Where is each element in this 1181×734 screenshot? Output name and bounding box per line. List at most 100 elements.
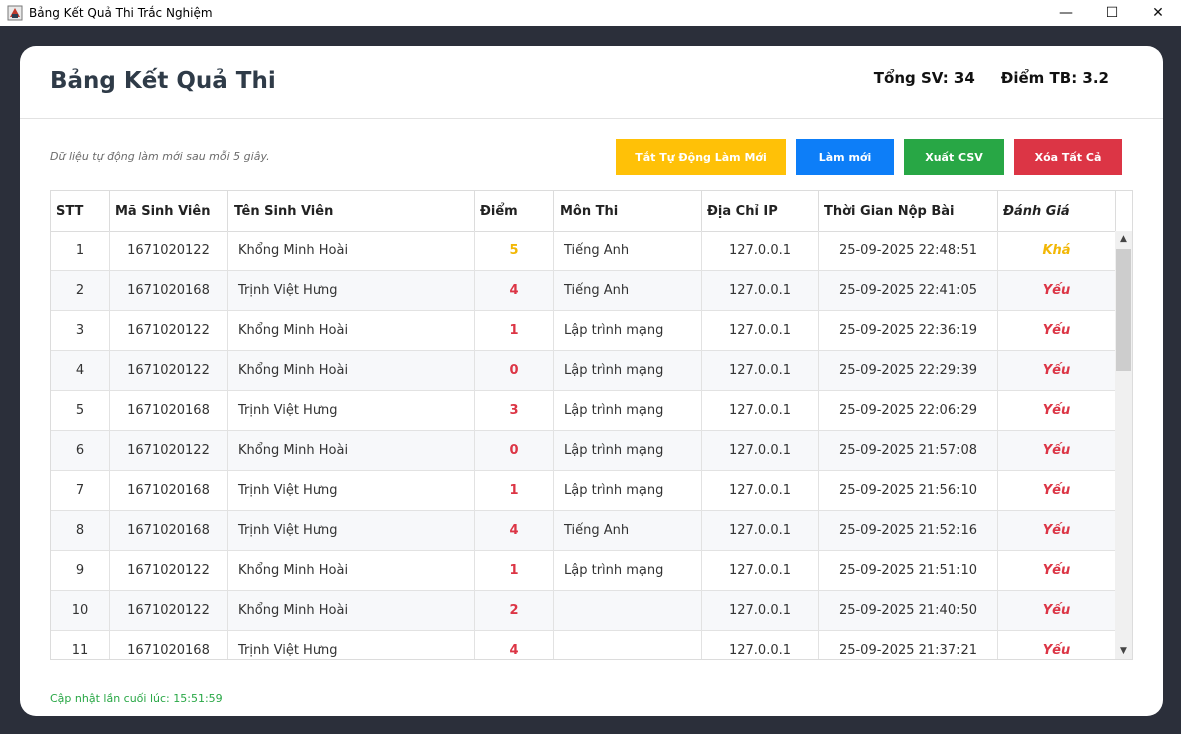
cell-student-name: Khổng Minh Hoài: [228, 311, 475, 350]
cell-subject: Lập trình mạng: [554, 551, 702, 590]
cell-grade: Yếu: [998, 551, 1116, 590]
cell-ip: 127.0.0.1: [702, 351, 819, 390]
cell-stt: 5: [51, 391, 110, 430]
cell-submitted-time: 25-09-2025 21:37:21: [819, 631, 998, 659]
clear-all-button[interactable]: Xóa Tất Cả: [1014, 139, 1122, 175]
cell-submitted-time: 25-09-2025 21:40:50: [819, 591, 998, 630]
cell-score: 1: [475, 551, 554, 590]
maximize-icon[interactable]: ☐: [1089, 0, 1135, 26]
auto-refresh-note: Dữ liệu tự động làm mới sau mỗi 5 giây.: [50, 150, 270, 163]
cell-score: 4: [475, 511, 554, 550]
cell-student-name: Khổng Minh Hoài: [228, 431, 475, 470]
window-titlebar: Bảng Kết Quả Thi Trắc Nghiệm — ☐ ✕: [0, 0, 1181, 26]
cell-student-name: Trịnh Việt Hưng: [228, 271, 475, 310]
cell-student-name: Khổng Minh Hoài: [228, 591, 475, 630]
table-row[interactable]: 2 1671020168 Trịnh Việt Hưng 4 Tiếng Anh 127.…: [51, 271, 1116, 311]
cell-score: 5: [475, 231, 554, 270]
cell-grade: Yếu: [998, 351, 1116, 390]
cell-ip: 127.0.0.1: [702, 591, 819, 630]
column-header-subject[interactable]: Môn Thi: [554, 191, 702, 231]
cell-score: 2: [475, 591, 554, 630]
cell-student-name: Trịnh Việt Hưng: [228, 391, 475, 430]
column-header-student-name[interactable]: Tên Sinh Viên: [228, 191, 475, 231]
cell-submitted-time: 25-09-2025 22:41:05: [819, 271, 998, 310]
export-csv-button[interactable]: Xuất CSV: [904, 139, 1004, 175]
cell-stt: 10: [51, 591, 110, 630]
column-header-score[interactable]: Điểm: [475, 191, 554, 231]
cell-stt: 3: [51, 311, 110, 350]
vertical-scrollbar[interactable]: ▲ ▼: [1115, 231, 1132, 659]
table-row[interactable]: 5 1671020168 Trịnh Việt Hưng 3 Lập trình mạn…: [51, 391, 1116, 431]
table-row[interactable]: 8 1671020168 Trịnh Việt Hưng 4 Tiếng Anh 127.…: [51, 511, 1116, 551]
column-header-student-id[interactable]: Mã Sinh Viên: [110, 191, 228, 231]
cell-subject: Tiếng Anh: [554, 511, 702, 550]
table-row[interactable]: 3 1671020122 Khổng Minh Hoài 1 Lập trình mạn…: [51, 311, 1116, 351]
cell-score: 0: [475, 431, 554, 470]
cell-grade: Yếu: [998, 311, 1116, 350]
cell-score: 0: [475, 351, 554, 390]
scroll-down-icon[interactable]: ▼: [1115, 643, 1132, 659]
cell-student-id: 1671020122: [110, 351, 228, 390]
cell-grade: Yếu: [998, 511, 1116, 550]
table-row[interactable]: 7 1671020168 Trịnh Việt Hưng 1 Lập trình mạn…: [51, 471, 1116, 511]
cell-subject: Tiếng Anh: [554, 231, 702, 270]
table-row[interactable]: 1 1671020122 Khổng Minh Hoài 5 Tiếng Anh 127.…: [51, 231, 1116, 271]
cell-student-name: Khổng Minh Hoài: [228, 551, 475, 590]
cell-submitted-time: 25-09-2025 22:06:29: [819, 391, 998, 430]
minimize-icon[interactable]: —: [1043, 0, 1089, 26]
scrollbar-thumb[interactable]: [1116, 249, 1131, 371]
cell-grade: Yếu: [998, 471, 1116, 510]
cell-score: 4: [475, 631, 554, 659]
cell-student-id: 1671020122: [110, 431, 228, 470]
cell-subject: Lập trình mạng: [554, 391, 702, 430]
total-students-stat: Tổng SV: 34: [873, 69, 975, 87]
scroll-up-icon[interactable]: ▲: [1115, 231, 1132, 247]
column-header-submitted-time[interactable]: Thời Gian Nộp Bài: [819, 191, 998, 231]
last-updated-status: Cập nhật lần cuối lúc: 15:51:59: [50, 692, 223, 705]
column-header-grade[interactable]: Đánh Giá: [998, 191, 1116, 231]
cell-stt: 7: [51, 471, 110, 510]
cell-submitted-time: 25-09-2025 21:52:16: [819, 511, 998, 550]
cell-grade: Yếu: [998, 591, 1116, 630]
close-icon[interactable]: ✕: [1135, 0, 1181, 26]
cell-stt: 6: [51, 431, 110, 470]
cell-score: 1: [475, 311, 554, 350]
cell-ip: 127.0.0.1: [702, 471, 819, 510]
cell-grade: Yếu: [998, 631, 1116, 659]
cell-score: 4: [475, 271, 554, 310]
cell-student-id: 1671020122: [110, 231, 228, 270]
cell-stt: 2: [51, 271, 110, 310]
cell-ip: 127.0.0.1: [702, 511, 819, 550]
cell-student-id: 1671020168: [110, 631, 228, 659]
card-header: Bảng Kết Quả Thi Tổng SV: 34 Điểm TB: 3.…: [20, 46, 1163, 119]
cell-student-name: Trịnh Việt Hưng: [228, 471, 475, 510]
cell-subject: [554, 591, 702, 630]
cell-student-id: 1671020168: [110, 511, 228, 550]
cell-student-id: 1671020122: [110, 311, 228, 350]
toggle-auto-refresh-button[interactable]: Tắt Tự Động Làm Mới: [616, 139, 786, 175]
table-header: STT Mã Sinh Viên Tên Sinh Viên Điểm Môn …: [51, 191, 1116, 232]
table-row[interactable]: 4 1671020122 Khổng Minh Hoài 0 Lập trình mạn…: [51, 351, 1116, 391]
cell-submitted-time: 25-09-2025 22:29:39: [819, 351, 998, 390]
cell-student-id: 1671020168: [110, 471, 228, 510]
cell-ip: 127.0.0.1: [702, 431, 819, 470]
table-row[interactable]: 9 1671020122 Khổng Minh Hoài 1 Lập trình mạn…: [51, 551, 1116, 591]
cell-student-id: 1671020168: [110, 271, 228, 310]
java-app-icon: [7, 5, 23, 21]
column-header-stt[interactable]: STT: [51, 191, 110, 231]
cell-ip: 127.0.0.1: [702, 231, 819, 270]
table-body: 1 1671020122 Khổng Minh Hoài 5 Tiếng Anh 127.…: [51, 231, 1116, 659]
refresh-button[interactable]: Làm mới: [796, 139, 894, 175]
cell-student-id: 1671020122: [110, 591, 228, 630]
table-row[interactable]: 11 1671020168 Trịnh Việt Hưng 4 127.0.0.1 25-…: [51, 631, 1116, 659]
column-header-ip[interactable]: Địa Chỉ IP: [702, 191, 819, 231]
cell-grade: Yếu: [998, 431, 1116, 470]
table-row[interactable]: 6 1671020122 Khổng Minh Hoài 0 Lập trình mạn…: [51, 431, 1116, 471]
cell-ip: 127.0.0.1: [702, 631, 819, 659]
cell-ip: 127.0.0.1: [702, 551, 819, 590]
cell-stt: 11: [51, 631, 110, 659]
results-table: STT Mã Sinh Viên Tên Sinh Viên Điểm Môn …: [50, 190, 1133, 660]
window-controls: — ☐ ✕: [1043, 0, 1181, 26]
cell-stt: 1: [51, 231, 110, 270]
table-row[interactable]: 10 1671020122 Khổng Minh Hoài 2 127.0.0.1 25-…: [51, 591, 1116, 631]
